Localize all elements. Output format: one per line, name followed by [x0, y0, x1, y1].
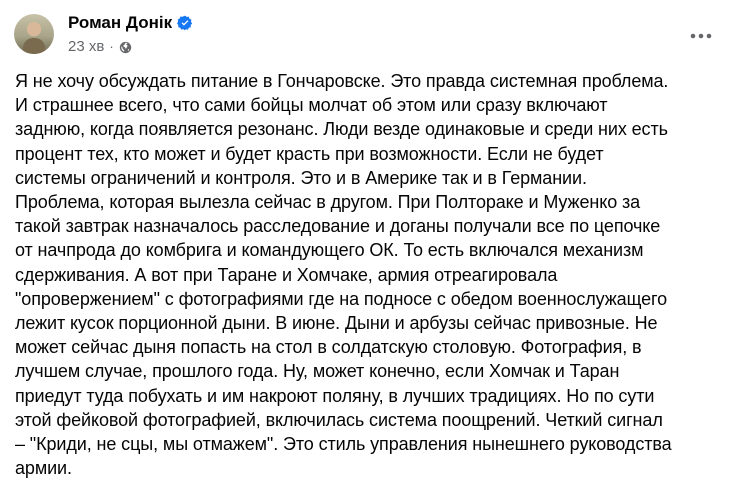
- author-row: Роман Донік: [68, 12, 193, 34]
- more-options-icon[interactable]: [683, 18, 719, 54]
- post-header: Роман Донік 23 хв ·: [14, 10, 719, 58]
- post-card: Роман Донік 23 хв · Я не хочу обсуждать …: [0, 0, 733, 484]
- author-avatar[interactable]: [14, 14, 54, 54]
- meta-separator: ·: [109, 39, 114, 54]
- post-subline: 23 хв ·: [68, 38, 193, 56]
- post-meta: Роман Донік 23 хв ·: [68, 12, 193, 56]
- post-timestamp[interactable]: 23 хв: [68, 38, 104, 56]
- post-body-text: Я не хочу обсуждать питание в Гончаровск…: [15, 71, 672, 479]
- verified-badge-icon: [177, 15, 193, 31]
- globe-icon[interactable]: [119, 41, 132, 54]
- author-name[interactable]: Роман Донік: [68, 12, 172, 34]
